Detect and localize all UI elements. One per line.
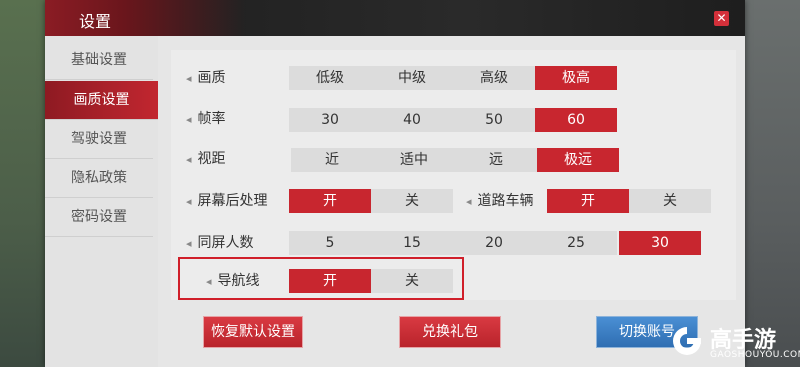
background-right bbox=[745, 0, 800, 367]
sidebar-item-privacy[interactable]: 隐私政策 bbox=[45, 159, 153, 198]
chevron-left-icon: ◂ bbox=[186, 195, 192, 208]
quality-label: ◂ 画质 bbox=[186, 70, 226, 86]
view-distance-option-far[interactable]: 远 bbox=[455, 148, 537, 172]
settings-dialog: 设置 ✕ 基础设置 画质设置 驾驶设置 隐私政策 密码设置 bbox=[45, 0, 745, 367]
watermark-logo: 高手游 GAOSHOUYOU.COM bbox=[670, 320, 800, 364]
title-bar: 设置 ✕ bbox=[45, 0, 745, 36]
players-option-20[interactable]: 20 bbox=[453, 231, 535, 255]
framerate-option-60[interactable]: 60 bbox=[535, 108, 617, 132]
road-vehicles-label: ◂ 道路车辆 bbox=[466, 193, 534, 209]
view-distance-option-near[interactable]: 近 bbox=[291, 148, 373, 172]
nav-line-label: ◂ 导航线 bbox=[206, 273, 260, 289]
quality-option-low[interactable]: 低级 bbox=[289, 66, 371, 90]
chevron-left-icon: ◂ bbox=[186, 113, 192, 126]
framerate-label: ◂ 帧率 bbox=[186, 111, 226, 127]
sidebar-item-basic[interactable]: 基础设置 bbox=[45, 41, 153, 80]
title-accent bbox=[45, 0, 245, 36]
post-processing-off[interactable]: 关 bbox=[371, 189, 453, 213]
quality-option-high[interactable]: 高级 bbox=[453, 66, 535, 90]
road-vehicles-on[interactable]: 开 bbox=[547, 189, 629, 213]
players-option-5[interactable]: 5 bbox=[289, 231, 371, 255]
framerate-option-40[interactable]: 40 bbox=[371, 108, 453, 132]
same-screen-players-label: ◂ 同屏人数 bbox=[186, 235, 254, 251]
watermark-domain: GAOSHOUYOU.COM bbox=[710, 350, 800, 360]
background-left bbox=[0, 0, 45, 367]
sidebar-item-password[interactable]: 密码设置 bbox=[45, 198, 153, 237]
nav-line-off[interactable]: 关 bbox=[371, 269, 453, 293]
redeem-gift-button[interactable]: 兑换礼包 bbox=[399, 316, 501, 348]
framerate-option-30[interactable]: 30 bbox=[289, 108, 371, 132]
players-option-30[interactable]: 30 bbox=[619, 231, 701, 255]
road-vehicles-off[interactable]: 关 bbox=[629, 189, 711, 213]
chevron-left-icon: ◂ bbox=[186, 153, 192, 166]
framerate-option-50[interactable]: 50 bbox=[453, 108, 535, 132]
settings-sidebar: 基础设置 画质设置 驾驶设置 隐私政策 密码设置 bbox=[45, 36, 158, 367]
post-processing-label: ◂ 屏幕后处理 bbox=[186, 193, 268, 209]
players-option-25[interactable]: 25 bbox=[535, 231, 617, 255]
dialog-title: 设置 bbox=[79, 12, 112, 31]
chevron-left-icon: ◂ bbox=[206, 275, 212, 288]
view-distance-option-medium[interactable]: 适中 bbox=[373, 148, 455, 172]
sidebar-item-driving[interactable]: 驾驶设置 bbox=[45, 120, 153, 159]
post-processing-on[interactable]: 开 bbox=[289, 189, 371, 213]
logo-mark-icon bbox=[673, 327, 701, 355]
chevron-left-icon: ◂ bbox=[466, 195, 472, 208]
view-distance-label: ◂ 视距 bbox=[186, 151, 226, 167]
chevron-left-icon: ◂ bbox=[186, 72, 192, 85]
view-distance-option-ultra[interactable]: 极远 bbox=[537, 148, 619, 172]
quality-option-ultra[interactable]: 极高 bbox=[535, 66, 617, 90]
nav-line-on[interactable]: 开 bbox=[289, 269, 371, 293]
chevron-left-icon: ◂ bbox=[186, 237, 192, 250]
reset-defaults-button[interactable]: 恢复默认设置 bbox=[203, 316, 303, 348]
players-option-15[interactable]: 15 bbox=[371, 231, 453, 255]
close-icon[interactable]: ✕ bbox=[714, 11, 729, 26]
quality-option-medium[interactable]: 中级 bbox=[371, 66, 453, 90]
sidebar-item-graphics[interactable]: 画质设置 bbox=[45, 81, 158, 120]
